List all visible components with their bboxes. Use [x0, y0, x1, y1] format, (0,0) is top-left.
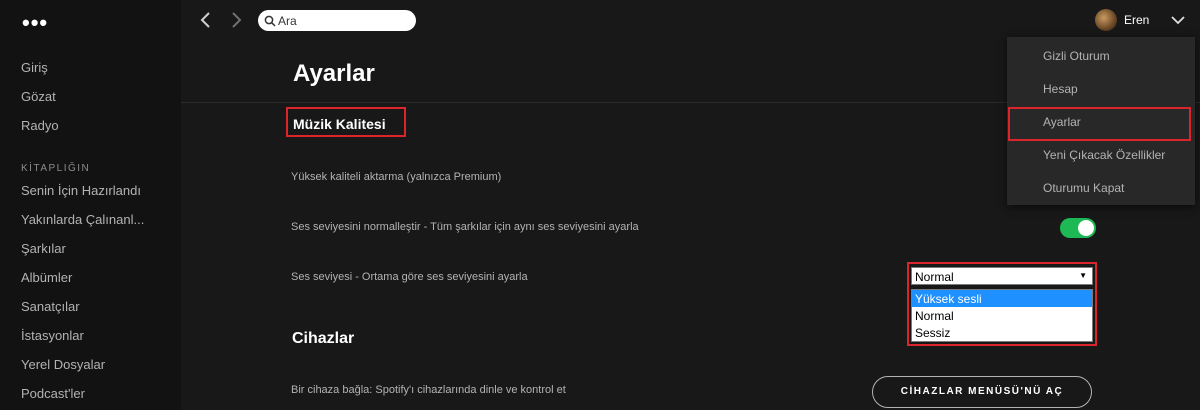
sidebar-item-radio[interactable]: Radyo	[21, 118, 59, 133]
sidebar-item-browse[interactable]: Gözat	[21, 89, 56, 104]
toggle-knob	[1078, 220, 1094, 236]
more-menu-icon[interactable]: •••	[22, 10, 48, 36]
sidebar-item-podcasts[interactable]: Podcast'ler	[21, 386, 85, 401]
sidebar-item-made-for-you[interactable]: Senin İçin Hazırlandı	[21, 183, 141, 198]
normalize-volume-label: Ses seviyesini normalleştir - Tüm şarkıl…	[291, 221, 639, 233]
forward-arrow-icon[interactable]	[226, 10, 246, 30]
high-quality-streaming-label: Yüksek kaliteli aktarma (yalnızca Premiu…	[291, 171, 502, 183]
connect-device-label: Bir cihaza bağla: Spotify'ı cihazlarında…	[291, 384, 566, 396]
option-label: Yüksek sesli	[915, 292, 982, 306]
menu-item-upcoming-features[interactable]: Yeni Çıkacak Özellikler	[1043, 148, 1165, 162]
sidebar-item-stations[interactable]: İstasyonlar	[21, 328, 84, 343]
devices-heading: Cihazlar	[292, 330, 355, 347]
sidebar-item-home[interactable]: Giriş	[21, 60, 48, 75]
search-icon	[264, 14, 276, 32]
volume-options-list: Yüksek sesli Normal Sessiz	[911, 289, 1093, 342]
menu-item-private-session[interactable]: Gizli Oturum	[1043, 49, 1110, 63]
sidebar-item-artists[interactable]: Sanatçılar	[21, 299, 80, 314]
chevron-down-icon[interactable]	[1170, 13, 1186, 31]
volume-select[interactable]: Normal ▼	[911, 267, 1093, 285]
sidebar-item-songs[interactable]: Şarkılar	[21, 241, 66, 256]
page-title: Ayarlar	[293, 60, 375, 87]
search-input[interactable]	[278, 12, 408, 29]
sidebar-item-recently-played[interactable]: Yakınlarda Çalınanl...	[21, 212, 144, 227]
volume-select-value: Normal	[915, 270, 954, 284]
volume-option-normal[interactable]: Normal	[912, 307, 1092, 324]
open-devices-menu-button[interactable]: CİHAZLAR MENÜSÜ'NÜ AÇ	[872, 376, 1092, 408]
library-heading: KİTAPLIĞIN	[21, 163, 91, 174]
option-label: Normal	[915, 309, 954, 323]
search-bar[interactable]	[258, 10, 416, 31]
username[interactable]: Eren	[1124, 13, 1149, 27]
volume-option-loud[interactable]: Yüksek sesli	[912, 290, 1092, 307]
avatar[interactable]	[1095, 9, 1117, 31]
sidebar-item-albums[interactable]: Albümler	[21, 270, 72, 285]
volume-option-quiet[interactable]: Sessiz	[912, 324, 1092, 341]
sidebar: ••• Giriş Gözat Radyo KİTAPLIĞIN Senin İ…	[0, 0, 181, 410]
option-label: Sessiz	[915, 326, 951, 340]
menu-item-account[interactable]: Hesap	[1043, 82, 1078, 96]
volume-level-label: Ses seviyesi - Ortama göre ses seviyesin…	[291, 271, 528, 283]
sidebar-item-local-files[interactable]: Yerel Dosyalar	[21, 357, 105, 372]
menu-item-log-out[interactable]: Oturumu Kapat	[1043, 181, 1124, 195]
music-quality-heading: Müzik Kalitesi	[293, 116, 386, 132]
settings-highlight	[1008, 107, 1191, 141]
back-arrow-icon[interactable]	[196, 10, 216, 30]
dropdown-arrow-icon: ▼	[1079, 271, 1087, 280]
normalize-volume-toggle[interactable]	[1060, 218, 1096, 238]
